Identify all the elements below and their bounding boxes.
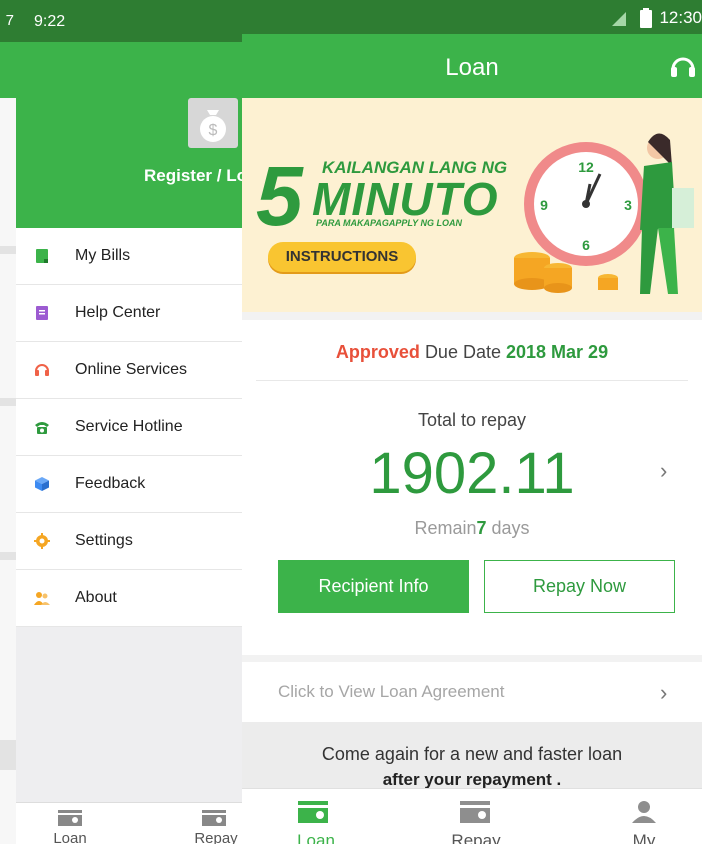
approved-badge: Approved [335,342,420,362]
battery-icon [640,8,652,28]
nav-label-loan: Loan [297,831,335,844]
nav-label-repay: Repay [451,831,501,844]
money-bag-avatar-icon[interactable]: $ [188,98,238,148]
remain-suffix: days [491,518,530,538]
menu-item-label: Service Hotline [75,418,183,435]
menu-item-label: Online Services [75,361,188,378]
bottom-navigation: Loan Repay My [242,788,702,844]
wallet-icon [298,801,328,823]
drawer-menu: My Bills Help Center Online Services Ser… [16,228,242,627]
chevron-right-icon: › [660,680,668,705]
menu-item-label: Settings [75,532,133,549]
headset-icon [35,364,49,376]
menu-item-my-bills[interactable]: My Bills [16,228,242,285]
menu-item-label: About [75,589,117,606]
menu-item-help-center[interactable]: Help Center [16,285,242,342]
page-title: Loan [445,54,499,81]
repay-now-button[interactable]: Repay Now [484,560,675,613]
remain-prefix: Remain [414,518,477,538]
due-date-label: Due Date [424,342,501,362]
menu-item-online-services[interactable]: Online Services [16,342,242,399]
menu-item-label: My Bills [75,247,131,264]
promo-text-bold: after your repayment . [382,770,562,789]
instructions-button[interactable]: INSTRUCTIONS [268,242,416,272]
wallet-icon [58,810,82,826]
drawer-status-time: 9:22 [34,13,66,30]
drawer-header: $ Register / Lo [16,42,242,228]
recipient-info-button[interactable]: Recipient Info [278,560,469,613]
bills-icon [36,249,48,263]
background-header [0,42,16,98]
chevron-right-icon[interactable]: › [660,458,667,484]
loan-agreement-link[interactable]: Click to View Loan Agreement [278,682,504,702]
drawer-nav-loan-label[interactable]: Loan [38,830,102,844]
total-amount[interactable]: 1902.11 [242,440,702,507]
loan-status-line: Approved Due Date 2018 Mar 29 [242,342,702,363]
navigation-drawer: 9:22 $ Register / Lo My Bills Help Cente… [16,0,242,844]
svg-text:3: 3 [624,197,632,213]
menu-item-feedback[interactable]: Feedback [16,456,242,513]
menu-item-service-hotline[interactable]: Service Hotline [16,399,242,456]
help-book-icon [36,306,48,320]
background-divider [0,398,16,406]
menu-item-about[interactable]: About [16,570,242,627]
wallet-icon [460,801,490,823]
svg-text:6: 6 [582,237,590,253]
menu-item-label: Feedback [75,475,146,492]
drawer-status-bar: 9:22 [16,0,242,42]
drawer-nav-repay-label[interactable]: Repay [188,830,242,844]
gear-icon [34,533,50,549]
loan-screen: 12:30 Loan 5 KAILANGAN LANG NG MINUTO PA… [242,0,702,844]
background-body [0,98,16,844]
menu-item-settings[interactable]: Settings [16,513,242,570]
remaining-days-line: Remain7 days [242,518,702,539]
nav-label-my: My [632,831,656,844]
background-status-bar: 7 [0,0,16,42]
svg-text:9: 9 [540,197,548,213]
banner-subtitle: PARA MAKAPAGAPPLY NG LOAN [316,218,463,228]
promo-banner[interactable]: 5 KAILANGAN LANG NG MINUTO PARA MAKAPAGA… [242,98,702,312]
nav-tab-repay[interactable]: Repay [436,789,516,844]
signal-icon [612,12,626,26]
person-icon [632,801,656,823]
phone-icon [35,422,49,434]
register-login-link[interactable]: Register / Lo [144,166,242,186]
people-icon [34,592,50,605]
status-bar: 12:30 [242,0,702,34]
svg-text:12: 12 [578,159,594,175]
loan-status-card: Approved Due Date 2018 Mar 29 Total to r… [242,320,702,655]
menu-item-label: Help Center [75,304,161,321]
background-divider [0,246,16,254]
loan-agreement-row[interactable]: Click to View Loan Agreement › [242,662,702,722]
background-divider [0,552,16,560]
due-date-value: 2018 Mar 29 [506,342,609,362]
promo-text: Come again for a new and faster loan [321,744,623,764]
clock-and-woman-illustration: 12 3 6 9 [514,133,694,294]
svg-text:$: $ [209,122,218,139]
nav-tab-loan[interactable]: Loan [276,789,356,844]
repeat-loan-promo: Come again for a new and faster loan aft… [242,722,702,792]
app-header: Loan [242,34,702,98]
background-status-time: 7 [5,12,14,29]
remain-days-value: 7 [476,518,487,538]
status-time: 12:30 [659,8,702,27]
customer-service-headset-icon[interactable] [670,54,696,80]
wallet-icon [202,810,226,826]
total-to-repay-label: Total to repay [417,410,527,430]
nav-tab-my[interactable]: My [604,789,684,844]
divider [256,380,688,381]
background-divider [0,740,16,770]
cube-icon [35,477,49,491]
banner-big-number: 5 [256,149,303,243]
